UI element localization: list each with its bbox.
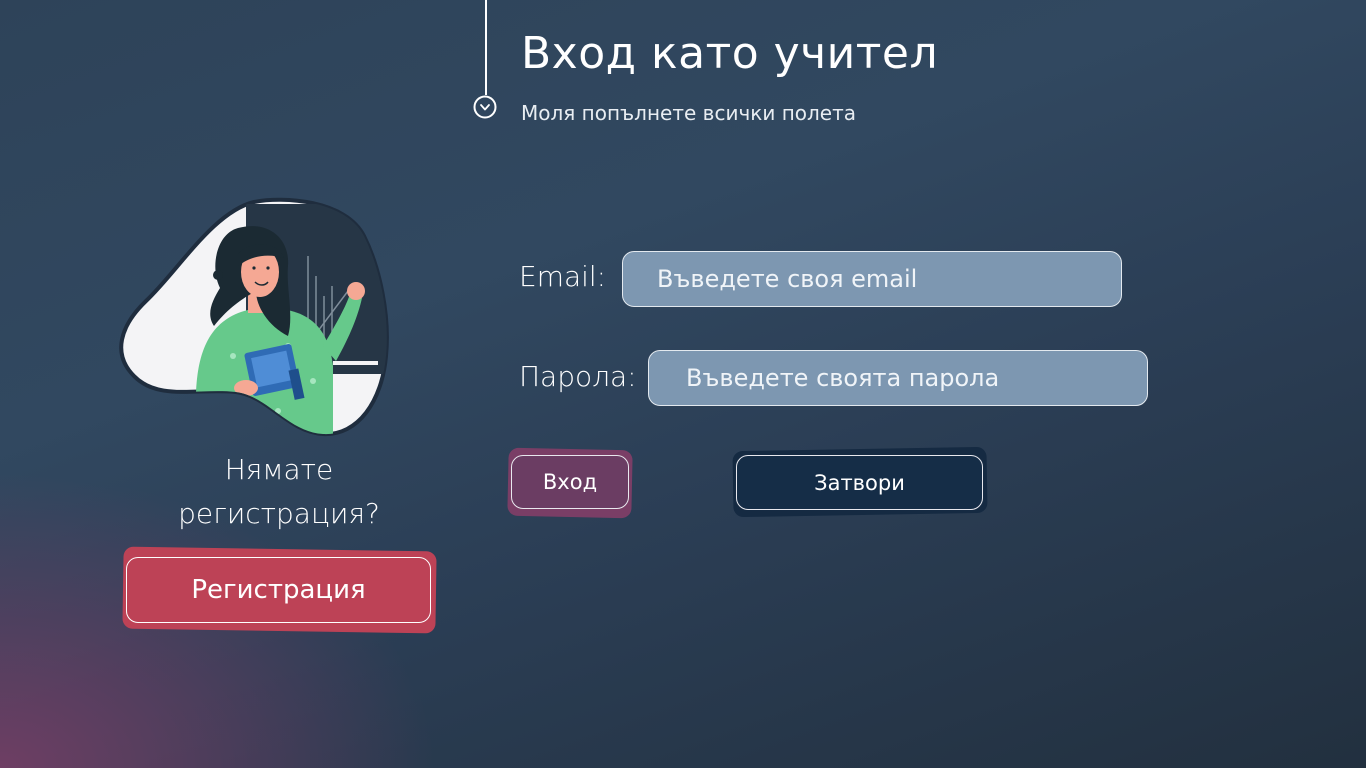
close-button[interactable]: Затвори	[736, 455, 983, 510]
page-title: Вход като учител	[521, 28, 939, 79]
decorative-line	[485, 0, 487, 95]
password-field[interactable]	[648, 350, 1148, 406]
register-button[interactable]: Регистрация	[126, 557, 431, 623]
page-subtitle: Моля попълнете всички полета	[521, 101, 856, 125]
chevron-down-icon	[473, 95, 497, 119]
email-field[interactable]	[622, 251, 1122, 307]
login-button[interactable]: Вход	[511, 455, 629, 509]
email-label: Email:	[519, 260, 607, 293]
password-label: Парола:	[519, 360, 637, 393]
no-account-question: Нямате регистрация?	[178, 453, 380, 530]
teacher-illustration	[118, 196, 390, 440]
